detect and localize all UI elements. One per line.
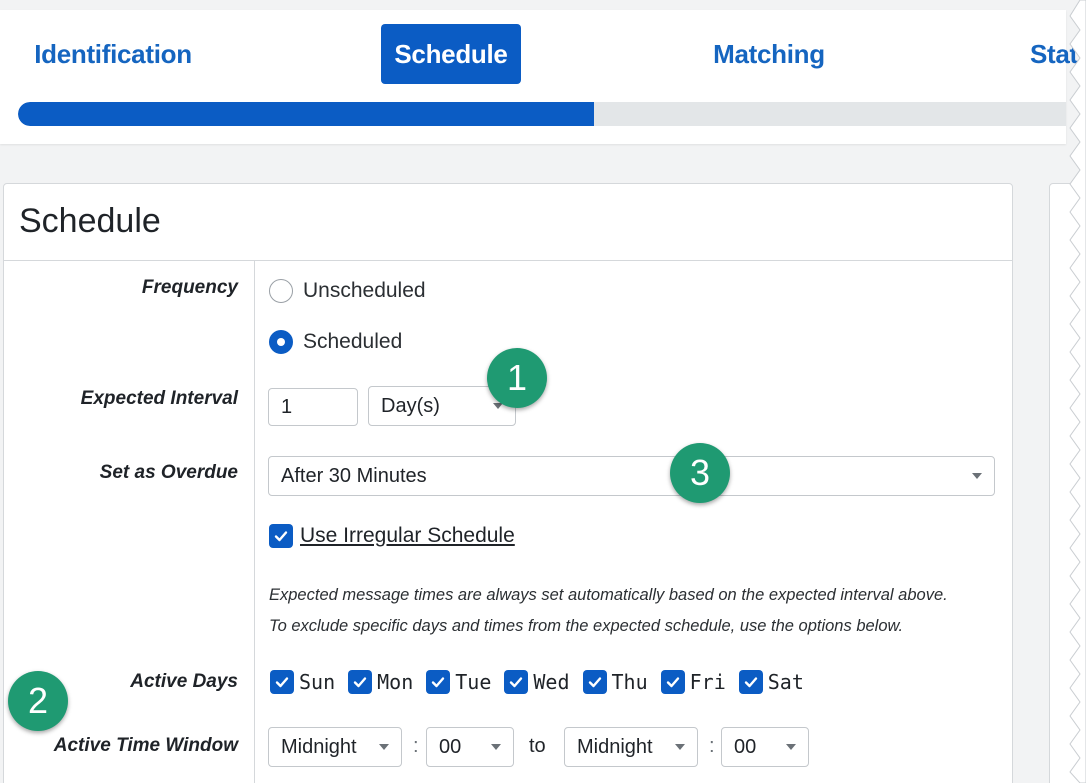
wizard-progress-bar — [18, 102, 1066, 126]
day-checkbox-sun[interactable]: Sun — [270, 670, 335, 694]
chevron-down-icon — [972, 473, 982, 479]
day-checkbox-tue[interactable]: Tue — [426, 670, 491, 694]
to-minute-value: 00 — [734, 735, 757, 758]
radio-scheduled-label: Scheduled — [303, 330, 403, 353]
radio-circle[interactable] — [269, 279, 293, 303]
chevron-down-icon — [675, 744, 685, 750]
chevron-down-icon — [786, 744, 796, 750]
help-text-line-2: To exclude specific days and times from … — [269, 617, 904, 635]
irregular-schedule-label[interactable]: Use Irregular Schedule — [300, 524, 515, 548]
torn-edge-decoration — [1069, 0, 1086, 783]
day-checkbox-thu[interactable]: Thu — [582, 670, 648, 694]
overdue-value: After 30 Minutes — [281, 464, 427, 487]
panel-title: Schedule — [19, 202, 161, 240]
day-checkbox-wed[interactable]: Wed — [504, 670, 570, 694]
column-divider — [254, 261, 255, 783]
callout-badge-1: 1 — [487, 348, 547, 408]
radio-unscheduled[interactable]: Unscheduled — [269, 279, 426, 303]
help-text-line-1: Expected message times are always set au… — [269, 586, 948, 604]
checkbox-checked-icon[interactable] — [348, 670, 373, 694]
day-checkbox-mon[interactable]: Mon — [348, 670, 413, 694]
from-minute-select[interactable]: 00 — [426, 727, 514, 767]
from-hour-value: Midnight — [281, 735, 357, 758]
checkbox-checked-icon[interactable] — [504, 670, 529, 694]
from-minute-value: 00 — [439, 735, 462, 758]
overdue-label: Set as Overdue — [99, 462, 238, 483]
to-minute-select[interactable]: 00 — [721, 727, 809, 767]
day-label: Sat — [767, 670, 804, 694]
active-days-label: Active Days — [130, 671, 238, 692]
radio-circle-checked[interactable] — [269, 330, 293, 354]
from-hour-select[interactable]: Midnight — [268, 727, 402, 767]
callout-badge-3: 3 — [670, 443, 730, 503]
active-time-window-label: Active Time Window — [53, 735, 238, 756]
interval-number-input[interactable]: 1 — [268, 388, 358, 426]
tab-schedule[interactable]: Schedule — [381, 24, 521, 84]
to-hour-select[interactable]: Midnight — [564, 727, 698, 767]
day-label: Thu — [611, 670, 648, 694]
day-label: Tue — [455, 670, 492, 694]
to-label: to — [529, 735, 546, 757]
irregular-schedule-checkbox[interactable]: Use Irregular Schedule — [269, 524, 515, 548]
panel-divider — [4, 260, 1012, 261]
tab-matching[interactable]: Matching — [700, 24, 838, 84]
day-checkbox-fri[interactable]: Fri — [660, 670, 726, 694]
radio-unscheduled-label: Unscheduled — [303, 279, 426, 302]
frequency-label: Frequency — [141, 277, 238, 298]
checkbox-checked-icon[interactable] — [582, 670, 607, 694]
schedule-panel: Schedule Frequency Unscheduled Scheduled… — [3, 183, 1013, 783]
tab-identification[interactable]: Identification — [18, 24, 208, 84]
active-days-group: Sun Mon Tue Wed Thu Fri Sat — [270, 670, 817, 694]
overdue-select[interactable]: After 30 Minutes — [268, 456, 995, 496]
interval-unit-value: Day(s) — [381, 394, 440, 417]
wizard-progress-fill — [18, 102, 595, 126]
radio-scheduled[interactable]: Scheduled — [269, 330, 402, 354]
to-hour-value: Midnight — [577, 735, 653, 758]
checkbox-checked-icon[interactable] — [270, 670, 294, 694]
expected-interval-label: Expected Interval — [80, 388, 238, 409]
checkbox-checked-icon[interactable] — [426, 670, 451, 694]
day-label: Fri — [689, 670, 726, 694]
time-separator: : — [709, 735, 715, 757]
day-label: Sun — [299, 670, 336, 694]
checkbox-checked-icon[interactable] — [738, 670, 763, 694]
chevron-down-icon — [491, 744, 501, 750]
time-separator: : — [413, 735, 419, 757]
callout-badge-2: 2 — [8, 671, 68, 731]
day-checkbox-sat[interactable]: Sat — [738, 670, 804, 694]
chevron-down-icon — [379, 744, 389, 750]
day-label: Wed — [533, 670, 570, 694]
checkbox-checked-icon[interactable] — [660, 670, 685, 694]
day-label: Mon — [377, 670, 414, 694]
checkbox-checked-icon[interactable] — [269, 524, 293, 548]
wizard-header: Identification Schedule Matching Stat — [0, 10, 1078, 144]
